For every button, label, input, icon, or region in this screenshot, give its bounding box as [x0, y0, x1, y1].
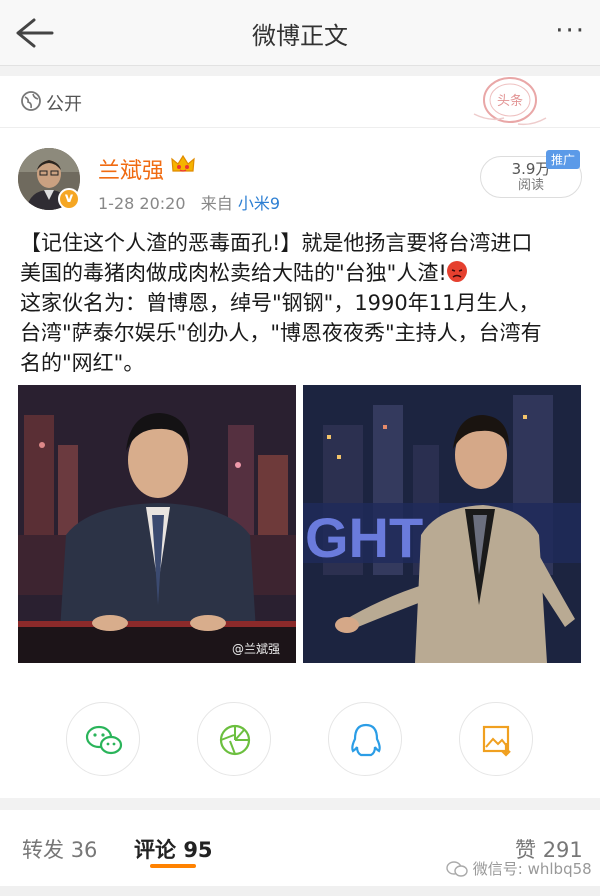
headline-stamp-icon: 头条	[473, 77, 547, 126]
share-moments-button[interactable]	[197, 702, 271, 776]
active-tab-indicator	[150, 864, 196, 868]
tab-repost[interactable]: 转发 36	[22, 834, 97, 864]
post-image-1[interactable]	[18, 385, 296, 663]
angry-emoji-icon	[446, 261, 467, 282]
share-actions	[0, 690, 600, 790]
post-line-with-emoji: 美国的毒猪肉做成肉松卖给大陆的"台独"人渣!	[20, 258, 582, 288]
visibility-label: 公开	[46, 94, 82, 115]
verified-badge-icon: v	[58, 188, 80, 210]
source-link[interactable]: 小米9	[238, 194, 280, 213]
bottom-divider	[0, 886, 600, 896]
studio-host-illustration	[18, 385, 296, 663]
post-line: 【记住这个人渣的恶毒面孔!】就是他扬言要将台湾进口	[20, 231, 533, 255]
stamp-text: 头条	[497, 93, 523, 109]
share-wechat-button[interactable]	[66, 702, 140, 776]
backdrop-sign-text: GHT	[305, 506, 423, 569]
wechat-icon	[85, 725, 123, 755]
share-qq-button[interactable]	[328, 702, 402, 776]
section-divider	[0, 798, 600, 810]
wechat-watermark-icon	[446, 861, 468, 877]
tab-repost-label: 转发	[22, 838, 64, 862]
tab-comment-count: 95	[183, 838, 213, 862]
tab-comment-label: 评论	[134, 838, 176, 862]
stage-host-illustration: GHT	[303, 385, 581, 663]
wechat-id-watermark: 微信号: whlbq58	[446, 858, 592, 879]
top-navbar: 微博正文 ···	[0, 0, 600, 66]
post-body: 【记住这个人渣的恶毒面孔!】就是他扬言要将台湾进口 美国的毒猪肉做成肉松卖给大陆…	[20, 228, 582, 378]
more-options-icon[interactable]: ···	[555, 18, 586, 44]
save-image-button[interactable]	[459, 702, 533, 776]
tab-comment[interactable]: 评论 95	[134, 834, 213, 864]
save-image-icon	[482, 725, 511, 757]
post-timestamp: 1-28 20:20	[98, 194, 186, 213]
image-watermark: @兰斌强	[232, 642, 281, 656]
globe-icon	[21, 91, 41, 111]
author-name[interactable]: 兰斌强	[98, 153, 164, 185]
post-line: 这家伙名为：曾博恩，绰号"钢钢"，1990年11月生人，	[20, 291, 540, 315]
source-prefix: 来自	[200, 194, 233, 213]
wechat-id-text: 微信号: whlbq58	[472, 860, 592, 878]
tab-repost-count: 36	[70, 838, 98, 862]
post-meta: 1-28 20:20 来自 小米9	[98, 190, 280, 214]
post-line: 名的"网红"。	[20, 351, 145, 375]
interaction-tabs: 转发 36 评论 95 赞 291	[0, 810, 600, 896]
crown-icon[interactable]	[170, 153, 196, 177]
read-label: 阅读	[517, 178, 544, 193]
page-title: 微博正文	[252, 22, 348, 50]
post-line: 台湾"萨泰尔娱乐"创办人，"博恩夜夜秀"主持人，台湾有	[20, 321, 542, 345]
promote-badge[interactable]: 推广	[546, 150, 581, 169]
qq-icon	[351, 723, 381, 757]
post-image-2[interactable]: GHT	[303, 385, 581, 663]
moments-icon	[219, 724, 251, 756]
post-line: 美国的毒猪肉做成肉松卖给大陆的"台独"人渣!	[20, 261, 447, 285]
